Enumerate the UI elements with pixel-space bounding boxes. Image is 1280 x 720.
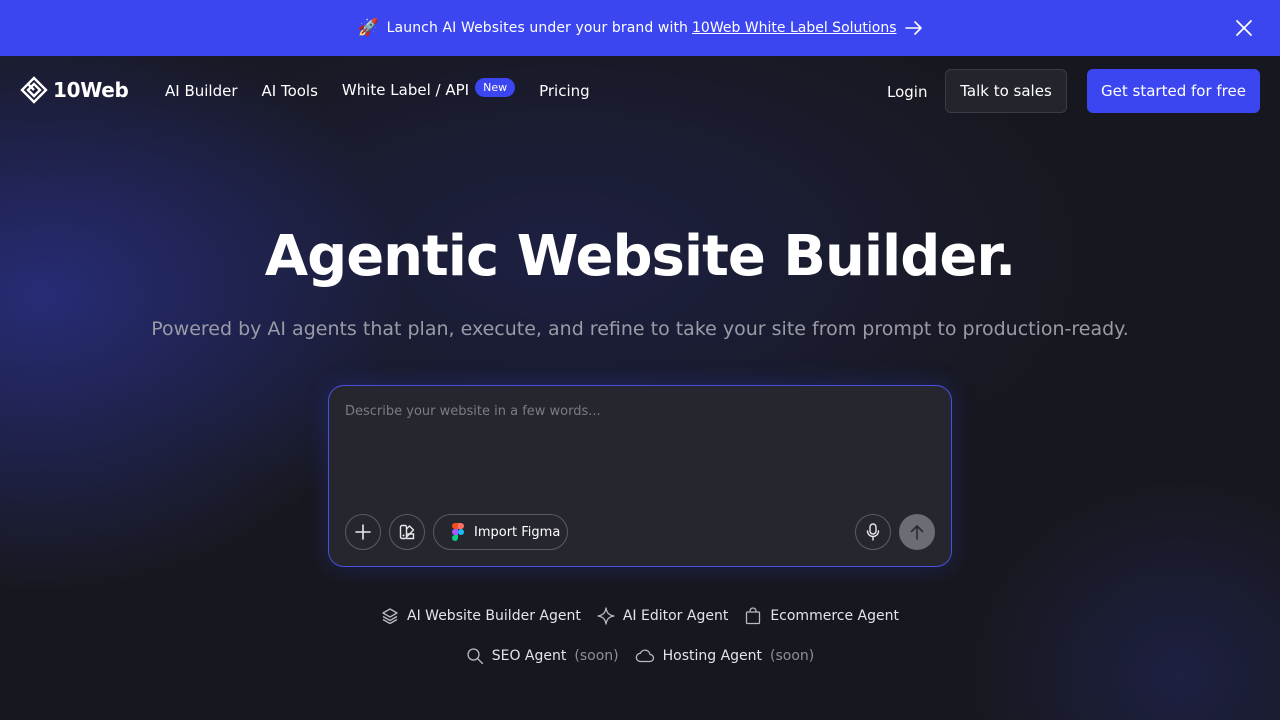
hero-title: Agentic Website Builder. [264,224,1016,289]
microphone-icon [866,523,880,541]
microphone-button[interactable] [855,514,891,550]
nav-white-label[interactable]: White Label / API New [341,78,516,101]
soon-tag: (soon) [574,648,619,664]
site-header: 10Web AI Builder AI Tools White Label / … [0,56,1280,128]
figma-icon [452,523,464,541]
agents-row-upcoming: SEO Agent (soon) Hosting Agent (soon) [0,647,1280,665]
rocket-icon: 🚀 [357,18,379,38]
layers-icon [382,608,398,625]
new-badge: New [475,78,516,97]
arrow-up-icon [910,525,924,540]
agent-label: SEO Agent [491,648,567,664]
close-icon[interactable] [1234,18,1254,38]
ai-website-builder-agent[interactable]: AI Website Builder Agent [381,607,581,625]
ecommerce-agent[interactable]: Ecommerce Agent [744,607,899,625]
agent-label: Ecommerce Agent [770,608,899,624]
nav-ai-builder[interactable]: AI Builder [165,82,238,100]
logo[interactable]: 10Web [20,76,129,104]
plus-icon [355,524,371,540]
logo-text: 10Web [53,78,129,102]
announcement-text: Launch AI Websites under your brand with [386,20,689,36]
import-figma-button[interactable]: Import Figma [433,514,568,550]
ai-editor-agent[interactable]: AI Editor Agent [597,607,728,625]
website-description-input[interactable] [345,404,935,484]
logo-icon [20,76,48,104]
nav-white-label-text: White Label / API [341,81,470,99]
arrow-right-icon[interactable] [904,21,923,35]
hero-subtitle: Powered by AI agents that plan, execute,… [151,318,1129,340]
style-palette-button[interactable] [389,514,425,550]
agent-label: Hosting Agent [662,648,763,664]
get-started-button[interactable]: Get started for free [1087,69,1260,113]
palette-icon [399,524,415,540]
announcement-bar: 🚀 Launch AI Websites under your brand wi… [0,0,1280,56]
agent-label: AI Website Builder Agent [407,608,581,624]
agents-row-primary: AI Website Builder Agent AI Editor Agent… [0,607,1280,625]
cloud-icon [635,649,654,663]
import-figma-label: Import Figma [474,524,561,540]
hosting-agent[interactable]: Hosting Agent (soon) [635,647,815,665]
white-label-link[interactable]: 10Web White Label Solutions [692,20,897,36]
soon-tag: (soon) [770,648,815,664]
search-icon [467,648,483,665]
talk-to-sales-button[interactable]: Talk to sales [945,69,1067,113]
add-button[interactable] [345,514,381,550]
seo-agent[interactable]: SEO Agent (soon) [466,647,619,665]
nav-ai-tools[interactable]: AI Tools [262,82,318,100]
shopping-bag-icon [746,607,761,625]
login-link[interactable]: Login [887,83,927,101]
prompt-box: Import Figma [328,385,952,567]
main-nav: AI Builder AI Tools White Label / API New… [165,78,614,101]
agent-label: AI Editor Agent [622,608,729,624]
nav-pricing[interactable]: Pricing [539,82,590,100]
sparkle-icon [597,607,615,625]
submit-button[interactable] [899,514,935,550]
